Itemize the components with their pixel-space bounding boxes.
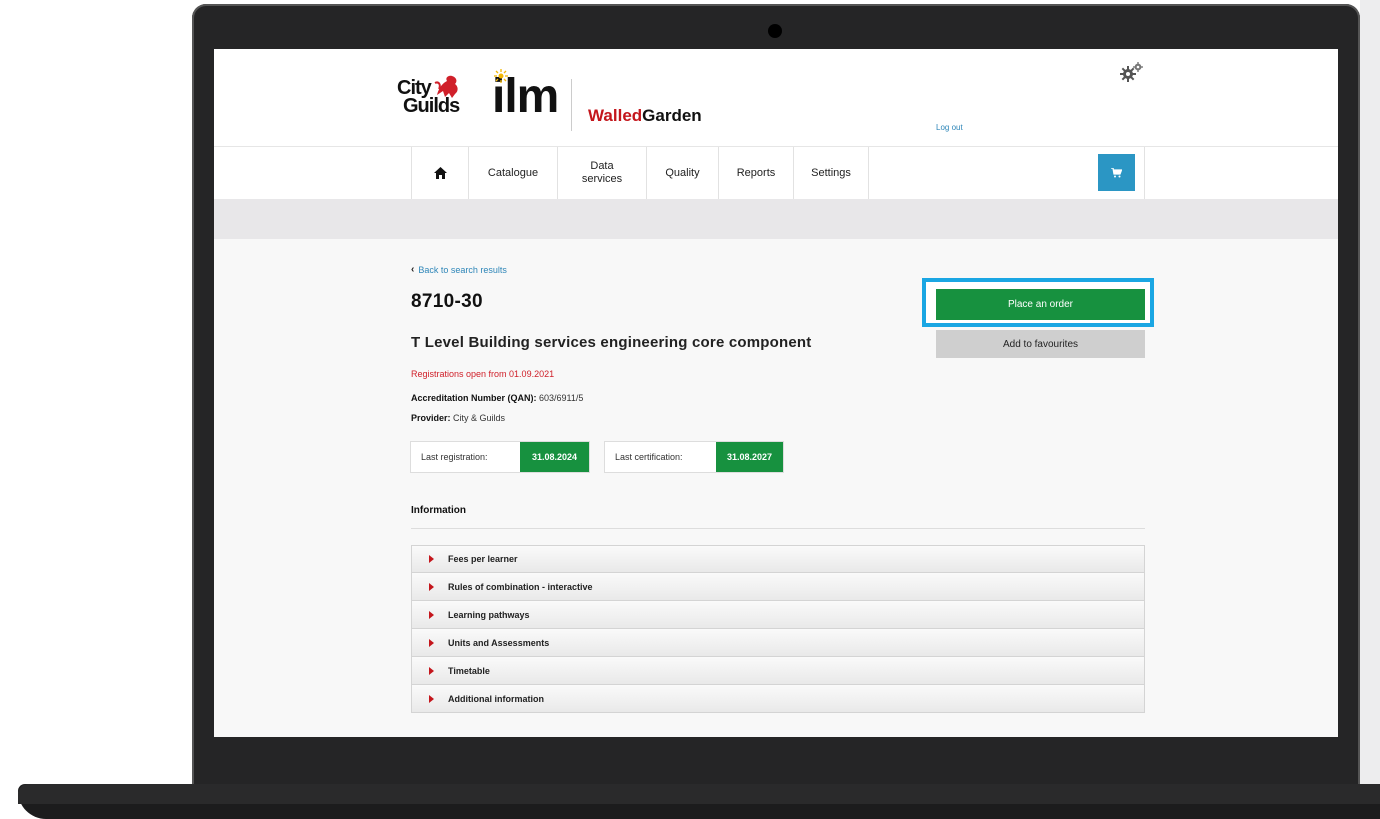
accordion-label: Fees per learner — [448, 554, 518, 564]
chevron-left-icon: ‹ — [411, 264, 415, 275]
settings-gears-icon[interactable] — [1119, 61, 1149, 87]
page-banner — [214, 199, 1338, 239]
add-to-favourites-button[interactable]: Add to favourites — [936, 330, 1145, 358]
accreditation-value: 603/6911/5 — [539, 393, 584, 403]
cart-button[interactable] — [1098, 154, 1135, 191]
caret-right-icon — [429, 610, 434, 619]
accordion-label: Timetable — [448, 665, 490, 676]
back-link-label: Back to search results — [418, 264, 507, 275]
nav-reports[interactable]: Reports — [718, 147, 793, 199]
provider: Provider: City & Guilds — [411, 413, 505, 423]
qualification-title: T Level Building services engineering co… — [411, 334, 812, 351]
accordion-fees-per-learner[interactable]: Fees per learner — [411, 545, 1145, 573]
main-navigation: Catalogue Data services Quality Reports … — [214, 147, 1338, 200]
nav-settings[interactable]: Settings — [793, 147, 869, 199]
walled-garden-brand: WalledGarden — [588, 106, 702, 126]
webcam — [768, 24, 782, 38]
last-certification-date: 31.08.2027 — [716, 442, 783, 472]
caret-right-icon — [429, 638, 434, 647]
accordion-label: Learning pathways — [448, 609, 530, 620]
lion-emblem-icon — [434, 75, 458, 98]
last-registration-box: Last registration: 31.08.2024 — [410, 441, 590, 473]
caret-right-icon — [429, 666, 434, 675]
information-heading: Information — [411, 505, 466, 516]
logout-link[interactable]: Log out — [936, 123, 963, 132]
accordion-timetable[interactable]: Timetable — [411, 657, 1145, 685]
place-order-button[interactable]: Place an order — [936, 289, 1145, 320]
accreditation-number: Accreditation Number (QAN): 603/6911/5 — [411, 393, 583, 403]
caret-right-icon — [429, 694, 434, 703]
qualification-code: 8710-30 — [411, 291, 483, 312]
accordion-label: Rules of combination - interactive — [448, 581, 593, 592]
background-edge — [1360, 0, 1380, 790]
nav-data-services[interactable]: Data services — [557, 147, 646, 199]
star-icon — [494, 69, 508, 83]
laptop-base — [18, 784, 1380, 819]
caret-right-icon — [429, 555, 434, 563]
site-header: City Guilds ilm WalledGarden Log out — [214, 49, 1338, 147]
nav-catalogue[interactable]: Catalogue — [468, 147, 557, 199]
accordion-rules-of-combination[interactable]: Rules of combination - interactive — [411, 573, 1145, 601]
information-divider — [411, 528, 1145, 529]
accordion-additional-information[interactable]: Additional information — [411, 685, 1145, 713]
last-certification-box: Last certification: 31.08.2027 — [604, 441, 784, 473]
provider-value: City & Guilds — [453, 413, 506, 423]
last-registration-label: Last registration: — [421, 452, 488, 462]
home-icon — [433, 167, 447, 179]
accordion-learning-pathways[interactable]: Learning pathways — [411, 601, 1145, 629]
nav-home[interactable] — [411, 147, 468, 199]
information-accordion: Fees per learner Rules of combination - … — [411, 545, 1145, 713]
caret-right-icon — [429, 582, 434, 591]
ilm-logo[interactable]: ilm — [492, 69, 559, 121]
last-registration-date: 31.08.2024 — [520, 442, 589, 472]
accreditation-label: Accreditation Number (QAN): — [411, 393, 537, 403]
provider-label: Provider: — [411, 413, 451, 423]
back-to-search-link[interactable]: ‹ Back to search results — [411, 264, 507, 275]
browser-screen: City Guilds ilm WalledGarden Log out Cat… — [214, 49, 1338, 737]
city-guilds-logo[interactable]: City Guilds — [397, 75, 477, 123]
accordion-label: Units and Assessments — [448, 637, 550, 648]
accordion-label: Additional information — [448, 693, 544, 704]
brand-garden: Garden — [642, 106, 702, 125]
logo-divider — [571, 79, 572, 131]
nav-quality[interactable]: Quality — [646, 147, 718, 199]
nav-data-services-label: Data services — [581, 160, 623, 185]
brand-walled: Walled — [588, 106, 643, 125]
accordion-units-and-assessments[interactable]: Units and Assessments — [411, 629, 1145, 657]
last-certification-label: Last certification: — [615, 452, 683, 462]
registration-notice: Registrations open from 01.09.2021 — [411, 369, 555, 379]
cart-icon — [1111, 167, 1122, 177]
